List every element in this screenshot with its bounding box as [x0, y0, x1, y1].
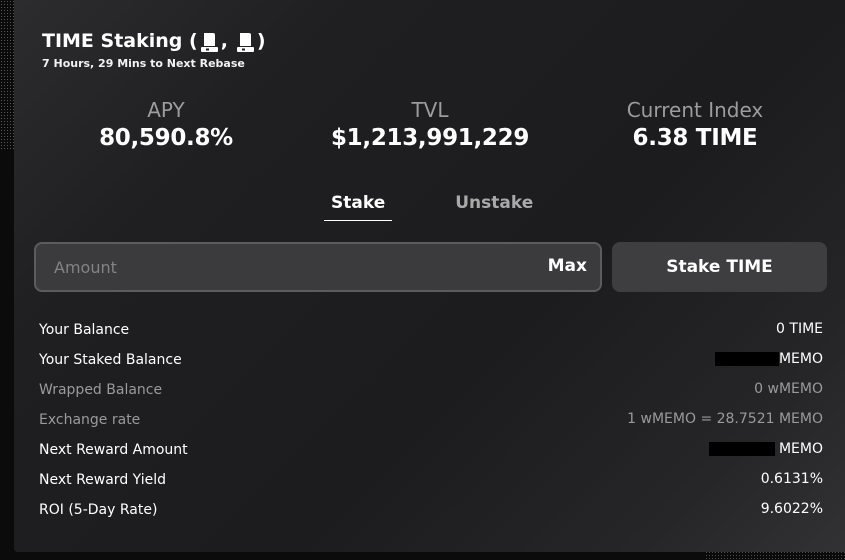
memo-token-icon [236, 32, 255, 53]
current-index-value: 6.38 TIME [632, 125, 758, 151]
exchange-rate-value: 1 wMEMO = 28.7521 MEMO [627, 411, 823, 427]
next-reward-amount-unit: MEMO [778, 441, 823, 457]
detail-row-next-reward-amount: Next Reward Amount MEMO [39, 440, 823, 470]
tvl-value: $1,213,991,229 [330, 125, 530, 151]
wrapped-balance-value: 0 wMEMO [754, 381, 823, 397]
title-text: TIME Staking ( [42, 30, 198, 52]
stat-current-index: Current Index 6.38 TIME [575, 98, 815, 151]
tvl-label: TVL [411, 98, 449, 122]
detail-row-your-balance: Your Balance 0 TIME [39, 320, 823, 350]
current-index-label: Current Index [626, 98, 764, 122]
amount-input[interactable] [54, 244, 514, 290]
detail-row-wrapped-balance: Wrapped Balance 0 wMEMO [39, 380, 823, 410]
redacted-value [708, 442, 775, 456]
time-token-icon [200, 32, 219, 53]
wrapped-balance-label: Wrapped Balance [39, 382, 163, 398]
next-reward-yield-label: Next Reward Yield [39, 472, 166, 488]
card-title: TIME Staking ( , ) [42, 30, 266, 52]
apy-value: 80,590.8% [99, 125, 233, 151]
tab-unstake[interactable]: Unstake [448, 193, 540, 221]
staking-card: TIME Staking ( , ) 7 Hours, 29 Mins to N… [14, 0, 845, 552]
detail-row-exchange-rate: Exchange rate 1 wMEMO = 28.7521 MEMO [39, 410, 823, 440]
stake-time-button[interactable]: Stake TIME [612, 242, 827, 292]
stat-apy: APY 80,590.8% [46, 98, 286, 151]
staked-balance-unit: MEMO [778, 351, 823, 367]
stake-tabs: Stake Unstake [324, 193, 540, 221]
stats-row: APY 80,590.8% TVL $1,213,991,229 Current… [14, 98, 845, 158]
tab-stake[interactable]: Stake [324, 193, 393, 221]
card-header: TIME Staking ( , ) 7 Hours, 29 Mins to N… [42, 30, 266, 70]
title-end: ) [256, 30, 266, 52]
next-reward-amount-label: Next Reward Amount [39, 442, 188, 458]
next-reward-amount-value: MEMO [708, 441, 823, 457]
redacted-value [714, 352, 779, 366]
max-button[interactable]: Max [548, 256, 587, 276]
exchange-rate-label: Exchange rate [39, 412, 141, 428]
roi-value: 9.6022% [760, 501, 823, 517]
staking-details: Your Balance 0 TIME Your Staked Balance … [39, 320, 823, 530]
staked-balance-label: Your Staked Balance [39, 352, 182, 368]
apy-label: APY [147, 98, 185, 122]
stat-tvl: TVL $1,213,991,229 [310, 98, 550, 151]
your-balance-value: 0 TIME [776, 321, 823, 337]
detail-row-roi: ROI (5-Day Rate) 9.6022% [39, 500, 823, 530]
detail-row-next-reward-yield: Next Reward Yield 0.6131% [39, 470, 823, 500]
staked-balance-value: MEMO [714, 351, 823, 367]
amount-field: Max [34, 242, 602, 292]
rebase-countdown: 7 Hours, 29 Mins to Next Rebase [42, 57, 245, 70]
next-reward-yield-value: 0.6131% [760, 471, 823, 487]
detail-row-staked-balance: Your Staked Balance MEMO [39, 350, 823, 380]
title-separator: , [220, 30, 228, 52]
roi-label: ROI (5-Day Rate) [39, 502, 158, 518]
your-balance-label: Your Balance [39, 322, 130, 338]
